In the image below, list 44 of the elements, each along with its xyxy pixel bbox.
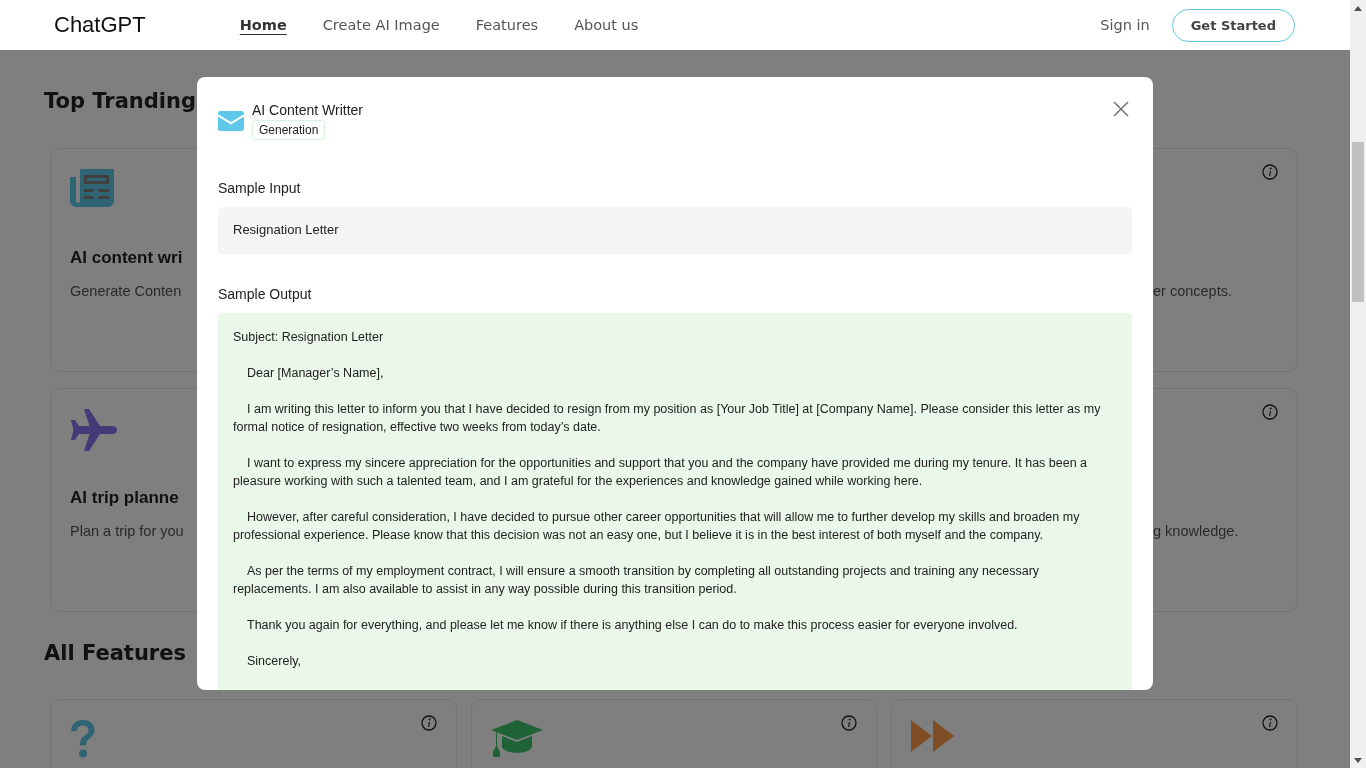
card-title: AI trip planne — [70, 487, 179, 509]
fast-forward-icon — [911, 720, 956, 752]
output-paragraph: Sincerely, — [246, 653, 302, 670]
close-button[interactable] — [1113, 101, 1129, 117]
section-label: Sample Input — [218, 180, 302, 196]
category-tag: Generation — [252, 120, 326, 140]
output-paragraph: However, after careful consideration, I have decided to pursue other career opportunities that will allow me to further develop my skills and broaden my professional experience. Please know that this decision was not an easy one, but I believe it is in the best interest of both myself and the company. — [233, 509, 1081, 544]
nav-link[interactable]: About us — [574, 15, 639, 35]
modal-title: AI Content Writter — [252, 102, 363, 118]
site-logo[interactable]: ChatGPT — [54, 12, 146, 38]
card-description: er concepts. — [1153, 283, 1232, 299]
card-description: g knowledge. — [1153, 523, 1239, 539]
scroll-down-icon[interactable] — [1354, 757, 1362, 763]
question-mark-icon — [70, 720, 96, 758]
sample-input-text: Resignation Letter — [218, 207, 1132, 254]
get-started-button[interactable]: Get Started — [1171, 8, 1295, 42]
card-description: Plan a trip for you — [70, 523, 184, 539]
output-paragraph: Subject: Resignation Letter — [233, 329, 385, 346]
nav-link[interactable]: Features — [475, 15, 539, 35]
card-description: Generate Conten — [70, 283, 182, 299]
info-icon[interactable] — [1262, 164, 1278, 180]
card-title: AI content wri — [70, 247, 183, 269]
output-paragraph: As per the terms of my employment contract, I will ensure a smooth transition by completing all outstanding projects and training any necessary replacements. I am also available to assist in any way possible during this transition period. — [233, 563, 1041, 598]
info-icon[interactable] — [420, 715, 437, 731]
output-paragraph: I want to express my sincere appreciation for the opportunities and support that you and the company have provided me during my tenure. It has been a pleasure working with such a talented team, and I am grateful for the experiences and knowledge gained while working here. — [233, 455, 1089, 490]
nav-link[interactable]: Create AI Image — [322, 15, 440, 35]
scroll-up-icon[interactable] — [1354, 5, 1362, 11]
graduation-cap-icon — [490, 720, 543, 758]
newspaper-icon — [70, 169, 114, 207]
envelope-icon — [218, 111, 244, 131]
scrollbar-thumb[interactable] — [1352, 142, 1364, 302]
close-icon — [1113, 101, 1129, 117]
info-icon[interactable] — [841, 715, 858, 731]
output-paragraph: Dear [Manager’s Name], — [246, 365, 385, 382]
info-icon[interactable] — [1262, 404, 1278, 420]
section-heading: Top Tranding — [44, 88, 196, 115]
output-paragraph: Thank you again for everything, and please let me know if there is anything else I can do to make this process easier for everyone involved. — [246, 617, 1019, 634]
section-label: Sample Output — [218, 286, 313, 302]
airplane-icon — [70, 409, 118, 451]
sign-in-link[interactable]: Sign in — [1100, 17, 1150, 33]
section-heading: All Features — [44, 640, 186, 667]
nav-link[interactable]: Home — [239, 15, 287, 35]
output-paragraph: I am writing this letter to inform you that I have decided to resign from my position as [Your Job Title] at [Company Name]. Please consider this letter as my formal notice of resignation, effective two weeks from today’s date. — [233, 401, 1102, 436]
info-icon[interactable] — [1262, 715, 1278, 731]
